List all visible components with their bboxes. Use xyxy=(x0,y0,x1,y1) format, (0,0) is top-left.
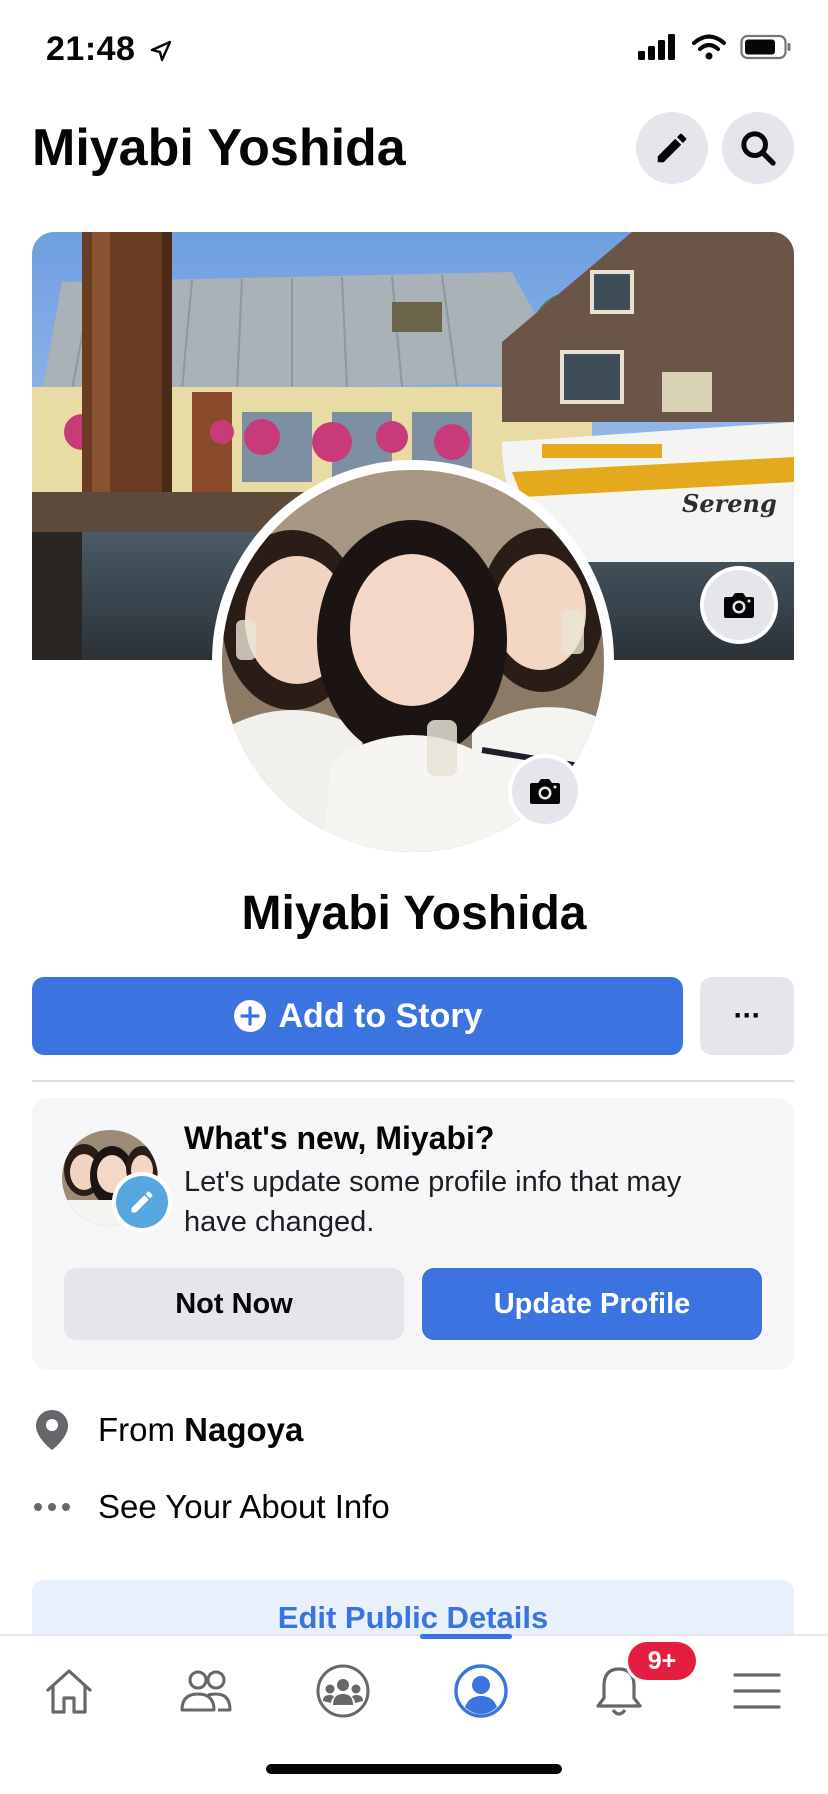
location-arrow-icon xyxy=(151,40,172,62)
tab-friends[interactable] xyxy=(161,1646,251,1736)
page-title: Miyabi Yoshida xyxy=(32,119,406,177)
tab-home[interactable] xyxy=(24,1646,114,1736)
pencil-icon xyxy=(657,133,687,163)
more-options-label: ··· xyxy=(733,999,762,1032)
avatar-camera-button[interactable] xyxy=(512,758,578,824)
search-icon xyxy=(741,131,776,166)
camera-icon xyxy=(530,779,560,804)
not-now-button[interactable]: Not Now xyxy=(64,1268,404,1340)
tab-profile[interactable] xyxy=(436,1646,526,1736)
status-time: 21:48 xyxy=(46,30,173,69)
search-button[interactable] xyxy=(722,112,794,184)
section-divider xyxy=(32,1080,794,1082)
hometown-row: From Nagoya xyxy=(32,1408,303,1452)
friends-icon xyxy=(180,1670,232,1712)
home-icon xyxy=(46,1669,92,1714)
card-body: Let's update some profile info that may … xyxy=(184,1166,682,1238)
update-profile-button[interactable]: Update Profile xyxy=(422,1268,762,1340)
location-pin-icon xyxy=(36,1410,68,1450)
add-to-story-label: Add to Story xyxy=(278,996,483,1035)
cellular-signal-icon xyxy=(638,34,675,60)
more-options-button[interactable]: ··· xyxy=(700,977,794,1055)
hometown-prefix: From xyxy=(98,1411,175,1448)
notification-badge: 9+ xyxy=(628,1642,696,1680)
cover-camera-button[interactable] xyxy=(704,570,774,640)
plus-circle-icon xyxy=(233,1000,266,1032)
add-to-story-button[interactable]: Add to Story xyxy=(32,977,683,1055)
not-now-label: Not Now xyxy=(175,1287,293,1320)
edit-badge xyxy=(116,1176,168,1228)
profile-icon xyxy=(454,1664,508,1718)
update-profile-label: Update Profile xyxy=(493,1287,691,1320)
status-time-text: 21:48 xyxy=(46,30,136,68)
edit-button[interactable] xyxy=(636,112,708,184)
menu-icon xyxy=(733,1673,781,1709)
battery-icon xyxy=(740,34,791,60)
see-about-info-row[interactable]: See Your About Info xyxy=(32,1488,390,1526)
camera-icon xyxy=(724,593,754,618)
home-indicator xyxy=(266,1764,562,1774)
profile-name: Miyabi Yoshida xyxy=(241,887,587,940)
wifi-icon xyxy=(692,34,726,60)
svg-text:Sereng: Sereng xyxy=(682,489,777,518)
status-indicators xyxy=(638,34,792,60)
pencil-icon xyxy=(131,1191,153,1213)
tab-menu[interactable] xyxy=(712,1646,802,1736)
hometown-place: Nagoya xyxy=(184,1411,304,1448)
update-profile-card: What's new, Miyabi? Let's update some pr… xyxy=(32,1098,794,1370)
groups-icon xyxy=(316,1664,370,1718)
tab-groups[interactable] xyxy=(298,1646,388,1736)
ellipsis-icon xyxy=(34,1503,70,1511)
card-title: What's new, Miyabi? xyxy=(184,1120,495,1156)
active-tab-indicator xyxy=(420,1634,512,1639)
see-about-info-label: See Your About Info xyxy=(98,1488,390,1525)
